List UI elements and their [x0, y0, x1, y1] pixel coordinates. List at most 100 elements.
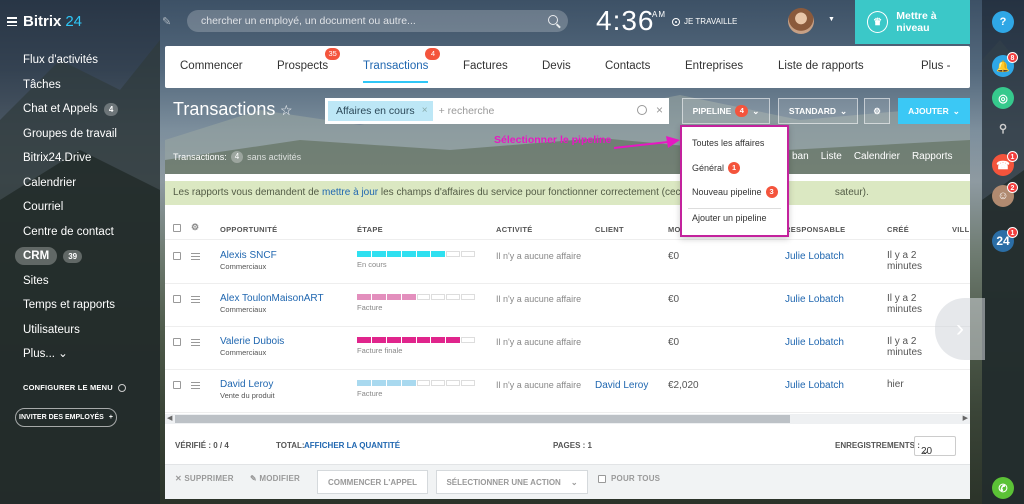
sidebar-item-drive[interactable]: Bitrix24.Drive — [23, 146, 160, 171]
stage-segment[interactable] — [357, 337, 371, 343]
stage-segment[interactable] — [386, 337, 401, 343]
summary-rest[interactable]: sans activités — [247, 152, 301, 162]
sidebar-item-activity-stream[interactable]: Flux d'activités — [23, 48, 160, 73]
col-amount[interactable]: MO — [668, 225, 681, 234]
stage-segment[interactable] — [386, 380, 401, 386]
table-row[interactable]: David Leroy Vente du produit Facture Il n'y… — [165, 370, 970, 413]
stage-segment[interactable] — [416, 251, 431, 257]
tab-quotes[interactable]: Devis — [542, 60, 571, 72]
horizontal-scrollbar[interactable]: ◀ ▶ — [165, 414, 970, 424]
stage-segment[interactable] — [401, 294, 416, 300]
star-icon[interactable]: ☆ — [280, 102, 293, 119]
sidebar-item-chat[interactable]: Chat et Appels 4 — [23, 97, 160, 122]
stage-progress[interactable] — [357, 251, 475, 257]
user-avatar[interactable] — [788, 8, 814, 34]
row-checkbox[interactable] — [173, 381, 181, 389]
stage-progress[interactable] — [357, 294, 475, 300]
sidebar-item-workgroups[interactable]: Groupes de travail — [23, 122, 160, 147]
tab-leads[interactable]: Prospects 35 — [277, 48, 341, 72]
view-reports[interactable]: Rapports — [912, 151, 953, 162]
pipeline-button[interactable]: PIPELINE 4 ⌄ — [682, 98, 770, 124]
menu-icon[interactable] — [7, 17, 17, 26]
stage-segment[interactable] — [357, 380, 371, 386]
checkbox[interactable] — [598, 474, 606, 483]
responsible-link[interactable]: Julie Lobatch — [785, 380, 844, 391]
deal-name-link[interactable]: Valerie Dubois — [220, 336, 284, 347]
sidebar-item-time-reports[interactable]: Temps et rapports — [23, 293, 160, 318]
add-pipeline-option[interactable]: Ajouter un pipeline — [692, 213, 767, 223]
stage-segment[interactable] — [416, 337, 431, 343]
stage-progress[interactable] — [357, 337, 475, 343]
settings-button[interactable]: ⚙ — [864, 98, 890, 124]
filter-chip[interactable]: Affaires en cours × — [328, 101, 433, 121]
stage-segment[interactable] — [431, 251, 446, 257]
row-menu-icon[interactable] — [191, 382, 200, 389]
col-responsible[interactable]: RESPONSABLE — [785, 225, 845, 234]
view-calendar[interactable]: Calendrier — [854, 151, 900, 162]
sidebar-item-tasks[interactable]: Tâches — [23, 73, 160, 98]
standard-button[interactable]: STANDARD ⌄ — [778, 98, 858, 124]
stage-segment[interactable] — [461, 380, 475, 386]
scrollbar-thumb[interactable] — [175, 415, 790, 423]
stage-segment[interactable] — [446, 294, 461, 300]
table-row[interactable]: Valerie Dubois Commerciaux Facture finale I… — [165, 327, 970, 370]
client-link[interactable]: David Leroy — [595, 380, 648, 391]
sidebar-item-sites[interactable]: Sites — [23, 269, 160, 294]
stage-segment[interactable] — [461, 251, 475, 257]
view-list[interactable]: Liste — [821, 151, 842, 162]
configure-menu-link[interactable]: CONFIGURER LE MENU — [23, 383, 126, 392]
chevron-down-icon[interactable]: ▼ — [828, 16, 835, 23]
chevron-right-icon[interactable]: › — [935, 298, 985, 360]
row-menu-icon[interactable] — [191, 253, 200, 260]
col-stage[interactable]: ÉTAPE — [357, 225, 383, 234]
tab-start[interactable]: Commencer — [180, 60, 243, 72]
close-icon[interactable]: × — [656, 103, 663, 117]
stage-segment[interactable] — [416, 380, 431, 386]
stage-segment[interactable] — [401, 380, 416, 386]
logo[interactable]: Bitrix 24 — [7, 13, 82, 30]
table-row[interactable]: Alexis SNCF Commerciaux En cours Il n'y a a… — [165, 241, 970, 284]
phone-call-icon[interactable]: ✆ — [992, 477, 1014, 499]
responsible-link[interactable]: Julie Lobatch — [785, 337, 844, 348]
bell-icon[interactable]: 🔔 8 — [992, 52, 1018, 77]
table-row[interactable]: Alex ToulonMaisonART Commerciaux Facture Il… — [165, 284, 970, 327]
stage-segment[interactable] — [386, 294, 401, 300]
col-client[interactable]: CLIENT — [595, 225, 624, 234]
row-checkbox[interactable] — [173, 295, 181, 303]
stage-segment[interactable] — [371, 380, 386, 386]
upgrade-button[interactable]: ♛ Mettre à niveau — [855, 0, 970, 44]
col-city[interactable]: VILL — [952, 225, 969, 234]
gear-icon[interactable]: ⚙ — [191, 222, 199, 233]
search-icon[interactable] — [637, 105, 647, 115]
scroll-left-icon[interactable]: ◀ — [167, 414, 172, 422]
help-icon[interactable]: ? — [992, 11, 1014, 33]
col-activity[interactable]: ACTIVITÉ — [496, 225, 533, 234]
stage-segment[interactable] — [446, 251, 461, 257]
delete-button[interactable]: ✕ SUPPRIMER — [175, 474, 234, 483]
row-menu-icon[interactable] — [191, 296, 200, 303]
stage-segment[interactable] — [401, 251, 416, 257]
sidebar-item-more[interactable]: Plus... ⌄ — [23, 342, 160, 367]
stage-segment[interactable] — [431, 337, 446, 343]
show-quantity-link[interactable]: AFFICHER LA QUANTITÉ — [304, 441, 400, 450]
search-icon[interactable]: ⚲ — [992, 117, 1014, 139]
responsible-link[interactable]: Julie Lobatch — [785, 294, 844, 305]
stage-segment[interactable] — [446, 337, 461, 343]
work-status-button[interactable]: JE TRAVAILLE — [672, 17, 737, 26]
filter-search-input[interactable]: Affaires en cours × + recherche × — [325, 98, 669, 124]
view-kanban[interactable]: ban — [792, 151, 809, 162]
page-size-select[interactable]: 20 ⌄ — [914, 436, 956, 457]
scroll-right-icon[interactable]: ▶ — [963, 414, 968, 422]
search-icon[interactable] — [548, 15, 558, 25]
col-created[interactable]: CRÉÉ — [887, 225, 909, 234]
edit-button[interactable]: ✎ MODIFIER — [250, 474, 300, 483]
pipeline-option-new[interactable]: Nouveau pipeline 3 — [692, 186, 778, 198]
col-opportunity[interactable]: OPPORTUNITÉ — [220, 225, 277, 234]
select-action-dropdown[interactable]: SÉLECTIONNER UNE ACTION ⌄ — [436, 470, 588, 494]
stage-segment[interactable] — [431, 294, 446, 300]
sidebar-item-mail[interactable]: Courriel — [23, 195, 160, 220]
pipeline-option-all[interactable]: Toutes les affaires — [692, 138, 764, 148]
update-link[interactable]: mettre à jour — [322, 187, 378, 198]
stage-segment[interactable] — [386, 251, 401, 257]
start-call-button[interactable]: COMMENCER L'APPEL — [317, 470, 428, 494]
